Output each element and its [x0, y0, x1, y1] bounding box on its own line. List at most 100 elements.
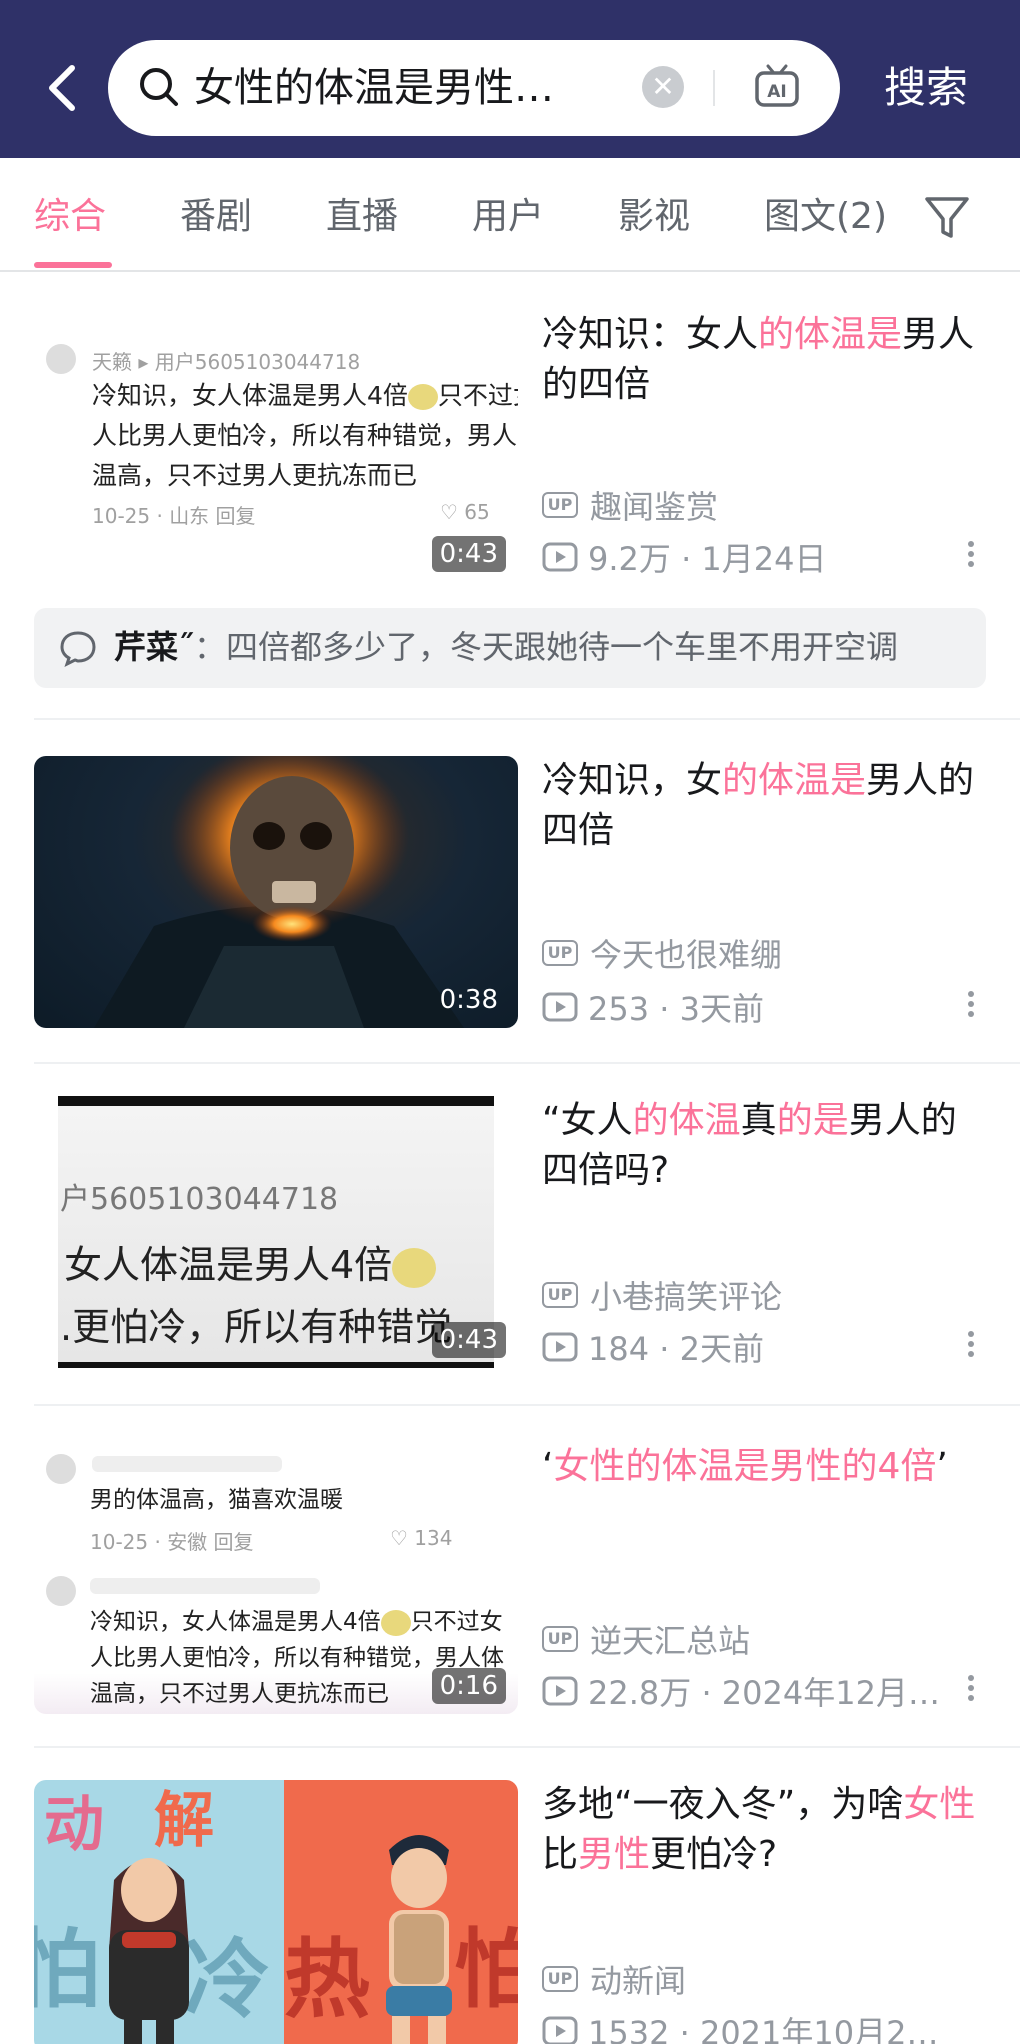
- stats-row: 253 · 3天前: [542, 984, 764, 1028]
- thumb-line: 人比男人更怕冷，所以有种错觉，男人: [92, 421, 518, 450]
- uploader-row[interactable]: UP 逆天汇总站: [542, 1616, 750, 1660]
- view-count: 253: [588, 990, 650, 1028]
- upload-date: 2天前: [679, 1330, 764, 1368]
- thumb-line: 户5605103044718: [60, 1182, 339, 1217]
- avatar: [46, 344, 76, 374]
- uploader-row[interactable]: UP 动新闻: [542, 1956, 686, 2000]
- search-icon: [140, 68, 178, 106]
- tab-anime[interactable]: 番剧: [180, 192, 252, 242]
- emoji-icon: [407, 384, 438, 410]
- tab-movies[interactable]: 影视: [618, 192, 690, 242]
- avatar: [46, 1454, 76, 1484]
- view-count: 184: [588, 1330, 650, 1368]
- duration-badge: 0:43: [431, 1322, 506, 1358]
- stats-row: 9.2万 · 1月24日: [542, 534, 827, 578]
- divider: [34, 718, 1020, 720]
- video-thumbnail: 天籁 ▸ 用户5605103044718 冷知识，女人体温是男人4倍只不过女 人…: [34, 310, 518, 582]
- up-badge-icon: UP: [542, 1966, 578, 1992]
- video-title: 冷知识：女人的体温是男人的四倍: [542, 314, 975, 405]
- video-title: 冷知识，女的体温是男人的四倍: [542, 760, 975, 851]
- uploader-name: 逆天汇总站: [590, 1622, 751, 1660]
- thumb-line: 温高，只不过男人更抗冻而已: [90, 1681, 389, 1707]
- comment-text: ：四倍都多少了，冬天跟她待一个车里不用开空调: [194, 628, 899, 666]
- uploader-name: 趣闻鉴赏: [590, 488, 719, 526]
- divider: [713, 70, 715, 106]
- cold-woman-illustration: [109, 1858, 189, 2044]
- comment-author: 芹菜˝: [114, 628, 195, 666]
- upload-date: 1月24日: [701, 540, 827, 578]
- avatar: [46, 1576, 76, 1606]
- video-thumbnail: 男的体温高，猫喜欢温暖 10-25 · 安徽 回复 ♡ 134 冷知识，女人体温…: [34, 1442, 518, 1714]
- thumb-line: 温高，只不过男人更抗冻而已: [92, 461, 418, 490]
- duration-badge: 0:43: [431, 536, 506, 572]
- search-input[interactable]: 女性的体温是男性… ✕ AI: [108, 40, 840, 136]
- thumb-line: .更怕冷，所以有种错觉: [60, 1305, 453, 1349]
- hot-man-illustration: [386, 1835, 452, 2044]
- view-count: 1532: [588, 2014, 670, 2044]
- emoji-icon: [380, 1609, 411, 1636]
- duration-badge: 0:16: [431, 1668, 506, 1704]
- stats-row: 22.8万 · 2024年12月…: [542, 1668, 946, 1712]
- hot-comment[interactable]: 芹菜˝：四倍都多少了，冬天跟她待一个车里不用开空调: [34, 608, 986, 688]
- upload-date: 2021年10月2…: [699, 2014, 939, 2044]
- play-count-icon: [542, 1332, 578, 1362]
- thumb-meta: 10-25 · 安徽 回复: [90, 1530, 254, 1554]
- up-badge-icon: UP: [542, 492, 578, 518]
- up-badge-icon: UP: [542, 940, 578, 966]
- upload-date: 2024年12月…: [721, 1674, 940, 1712]
- up-badge-icon: UP: [542, 1282, 578, 1308]
- search-query-text: 女性的体温是男性…: [194, 65, 554, 111]
- thumb-meta: 10-25 · 山东 回复: [92, 504, 256, 528]
- tab-live[interactable]: 直播: [326, 192, 398, 242]
- uploader-row[interactable]: UP 小巷搞笑评论: [542, 1272, 782, 1316]
- active-tab-indicator: [34, 262, 112, 268]
- uploader-name: 动新闻: [590, 1962, 687, 2000]
- video-title: 多地“一夜入冬”，为啥女性比男性更怕冷?: [542, 1784, 976, 1875]
- uploader-row[interactable]: UP 趣闻鉴赏: [542, 482, 718, 526]
- thumb-line: 女人体温是男人4倍: [64, 1243, 393, 1287]
- divider: [34, 1062, 1020, 1064]
- top-bar: 女性的体温是男性… ✕ AI 搜索: [0, 0, 1020, 158]
- tab-users[interactable]: 用户: [472, 192, 544, 242]
- upload-date: 3天前: [679, 990, 764, 1028]
- video-thumbnail: 0:38: [34, 756, 518, 1028]
- ai-label: AI: [767, 82, 786, 102]
- stats-row: 1532 · 2021年10月2…: [542, 2008, 946, 2044]
- thumb-line: 只不过女: [437, 381, 518, 410]
- clear-icon[interactable]: ✕: [642, 66, 684, 108]
- thumb-likes: 134: [414, 1526, 453, 1550]
- filter-icon[interactable]: [922, 192, 972, 242]
- uploader-name: 今天也很难绷: [590, 936, 783, 974]
- view-count: 9.2万: [588, 540, 671, 578]
- more-options-icon[interactable]: [964, 988, 978, 1028]
- back-arrow-icon[interactable]: [38, 58, 88, 118]
- video-thumbnail: 动 解 怕 冷 热 怕: [34, 1780, 518, 2044]
- divider: [34, 1746, 1020, 1748]
- tab-articles[interactable]: 图文(2): [764, 192, 890, 242]
- thumb-line: 只不过女: [410, 1609, 503, 1635]
- play-count-icon: [542, 2016, 578, 2044]
- play-count-icon: [542, 542, 578, 572]
- more-options-icon[interactable]: [964, 1328, 978, 1368]
- more-options-icon[interactable]: [964, 1672, 978, 1712]
- video-thumbnail: 户5605103044718 女人体温是男人4倍 .更怕冷，所以有种错觉 0:4…: [34, 1096, 518, 1368]
- play-count-icon: [542, 1676, 578, 1706]
- search-submit-button[interactable]: 搜索: [884, 58, 968, 118]
- video-title: “女人的体温真的是男人的四倍吗?: [542, 1100, 957, 1191]
- thumb-line: 冷知识，女人体温是男人4倍: [90, 1609, 381, 1635]
- thumb-likes: 65: [464, 500, 490, 524]
- video-title: ‘女性的体温是男性的4倍’: [542, 1446, 948, 1487]
- up-badge-icon: UP: [542, 1626, 578, 1652]
- emoji-icon: [392, 1247, 437, 1288]
- uploader-row[interactable]: UP 今天也很难绷: [542, 930, 782, 974]
- play-count-icon: [542, 992, 578, 1022]
- stats-row: 184 · 2天前: [542, 1324, 764, 1368]
- ai-assistant-icon[interactable]: AI: [752, 62, 802, 112]
- thumb-line: 男的体温高，猫喜欢温暖: [90, 1487, 343, 1513]
- comment-bubble-icon: [60, 631, 96, 667]
- uploader-name: 小巷搞笑评论: [590, 1278, 783, 1316]
- thumb-line: 冷知识，女人体温是男人4倍: [92, 381, 408, 410]
- result-type-tabs: 综合 番剧 直播 用户 影视 图文(2): [0, 158, 1020, 272]
- more-options-icon[interactable]: [964, 538, 978, 578]
- tab-all[interactable]: 综合: [34, 192, 106, 242]
